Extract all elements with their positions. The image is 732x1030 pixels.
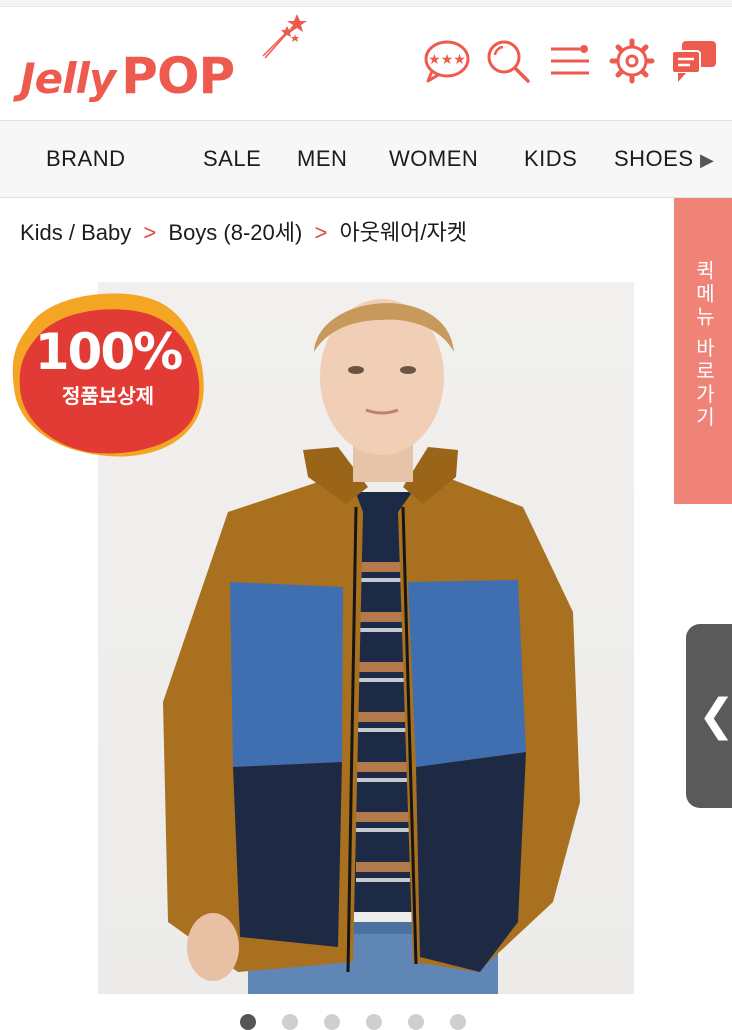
badge-text: 100% 정품보상제 (8, 326, 208, 409)
carousel-dot[interactable] (282, 1014, 298, 1030)
logo[interactable]: Jelly POP (20, 47, 235, 105)
carousel-dot[interactable] (408, 1014, 424, 1030)
breadcrumb-item-boys[interactable]: Boys (8-20세) (168, 220, 302, 245)
settings-icon[interactable] (608, 37, 656, 85)
quick-menu-label: 퀵메뉴 바로가기 (692, 260, 714, 430)
top-bar (0, 0, 732, 7)
nav-item-men[interactable]: MEN (297, 146, 347, 172)
message-icon[interactable] (670, 37, 718, 85)
nav-item-sale[interactable]: SALE (203, 146, 261, 172)
carousel-dots (240, 1014, 466, 1030)
search-icon[interactable] (484, 37, 532, 85)
menu-icon[interactable] (546, 37, 594, 85)
svg-text:★★★: ★★★ (428, 52, 466, 68)
category-nav: BRAND SALE MEN WOMEN KIDS SHOES ▶ (0, 120, 732, 198)
nav-scroll-right-icon[interactable]: ▶ (700, 150, 714, 171)
breadcrumb-separator: > (143, 220, 157, 245)
carousel-dot[interactable] (450, 1014, 466, 1030)
quick-menu-tab[interactable]: 퀵메뉴 바로가기 (674, 198, 732, 504)
carousel-dot[interactable] (366, 1014, 382, 1030)
header-actions: ★★★ (422, 37, 718, 85)
chat-icon[interactable]: ★★★ (422, 37, 470, 85)
badge-percent: 100% (34, 323, 183, 381)
stars-icon (262, 14, 307, 59)
carousel-dot[interactable] (240, 1014, 256, 1030)
carousel-dot[interactable] (324, 1014, 340, 1030)
authenticity-badge: 100% 정품보상제 (8, 288, 208, 468)
nav-fade (718, 121, 732, 197)
nav-item-women[interactable]: WOMEN (389, 146, 478, 172)
nav-item-shoes[interactable]: SHOES (614, 146, 694, 172)
breadcrumb-item-kids-baby[interactable]: Kids / Baby (20, 220, 131, 245)
breadcrumb-separator: > (314, 220, 328, 245)
logo-text-pop: POP (121, 47, 235, 105)
badge-label: 정품보상제 (62, 386, 154, 408)
nav-item-kids[interactable]: KIDS (524, 146, 577, 172)
breadcrumb: Kids / Baby > Boys (8-20세) > 아웃웨어/자켓 (20, 215, 467, 247)
breadcrumb-item-outerwear[interactable]: 아웃웨어/자켓 (339, 220, 467, 245)
chevron-left-icon: ❮ (698, 691, 732, 740)
logo-text-jelly: Jelly (20, 54, 116, 103)
side-panel-handle[interactable]: ❮ (686, 624, 732, 808)
header: Jelly POP ★★★ (0, 7, 732, 120)
nav-item-brand[interactable]: BRAND (46, 146, 126, 172)
